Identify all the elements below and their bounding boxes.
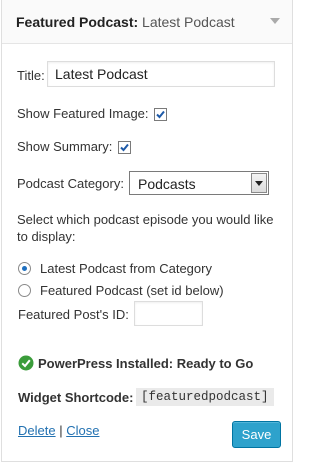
show-summary-checkbox[interactable] [118, 141, 131, 155]
category-select[interactable]: Podcasts [129, 171, 269, 195]
checkmark-icon [156, 110, 165, 119]
radio-option-latest[interactable]: Latest Podcast from Category [18, 261, 212, 276]
widget-control-links: Delete | Close [18, 423, 99, 438]
show-image-row: Show Featured Image: [17, 106, 168, 122]
show-summary-label: Show Summary: [17, 139, 113, 154]
show-image-checkbox[interactable] [154, 108, 168, 122]
chevron-down-icon [255, 181, 263, 186]
dropdown-button[interactable] [251, 173, 267, 193]
widget-title-name: Featured Podcast: [16, 14, 139, 30]
episode-prompt: Select which podcast episode you would l… [17, 212, 274, 244]
collapse-arrow-icon[interactable] [270, 18, 280, 24]
category-label: Podcast Category: [17, 176, 124, 191]
widget-header[interactable]: Featured Podcast: Latest Podcast [2, 0, 292, 44]
title-label: Title: [17, 67, 45, 83]
shortcode-label: Widget Shortcode: [18, 390, 134, 405]
powerpress-status-text: PowerPress Installed: Ready to Go [38, 355, 254, 371]
show-image-label: Show Featured Image: [17, 106, 149, 121]
title-input[interactable] [47, 61, 275, 87]
save-button[interactable]: Save [232, 421, 281, 448]
green-check-circle-icon [18, 355, 34, 371]
close-link[interactable]: Close [66, 423, 99, 438]
radio-latest[interactable] [18, 262, 31, 275]
radio-featured-label: Featured Podcast (set id below) [40, 283, 224, 298]
shortcode-value: [featuredpodcast] [136, 388, 274, 406]
checkmark-icon [120, 143, 129, 152]
widget-panel: Featured Podcast: Latest Podcast Title: … [1, 0, 293, 462]
powerpress-status: PowerPress Installed: Ready to Go [18, 355, 253, 371]
radio-latest-label: Latest Podcast from Category [40, 261, 212, 276]
post-id-label: Featured Post's ID: [18, 307, 129, 322]
post-id-input[interactable] [134, 301, 203, 326]
delete-link[interactable]: Delete [18, 423, 56, 438]
show-summary-row: Show Summary: [17, 139, 131, 155]
link-separator: | [59, 423, 63, 438]
widget-title: Featured Podcast: Latest Podcast [16, 14, 235, 30]
widget-title-instance: Latest Podcast [142, 14, 235, 30]
radio-option-featured[interactable]: Featured Podcast (set id below) [18, 283, 224, 298]
radio-featured[interactable] [18, 284, 31, 297]
category-select-value: Podcasts [138, 176, 196, 192]
